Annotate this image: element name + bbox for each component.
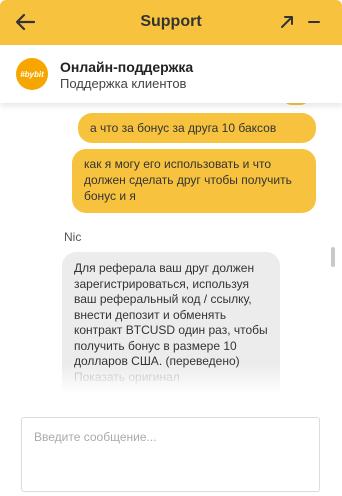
message-bubble-outgoing: а что за бонус за друга 10 баксов: [78, 113, 316, 143]
scrollbar[interactable]: [331, 247, 335, 267]
agent-info-bar: #bybit Онлайн-поддержка Поддержка клиент…: [0, 45, 342, 103]
arrow-left-icon[interactable]: [14, 12, 36, 32]
message-bubble-outgoing: как я могу его использовать и что должен…: [72, 149, 316, 213]
show-original-link[interactable]: Показать оригинал: [74, 370, 180, 384]
chat-header: Support: [0, 0, 342, 45]
message-text: Для реферала ваш друг должен зарегистрир…: [74, 261, 268, 368]
message-list[interactable]: а что за бонус за друга 10 баксов как я …: [0, 103, 342, 398]
message-input[interactable]: [21, 417, 320, 492]
agent-name: Онлайн-поддержка: [60, 59, 194, 75]
minus-icon[interactable]: [306, 14, 322, 30]
agent-subtitle: Поддержка клиентов: [60, 76, 187, 91]
message-sender: Nic: [64, 230, 82, 244]
avatar: #bybit: [16, 58, 48, 90]
arrow-up-right-icon[interactable]: [279, 14, 295, 30]
message-bubble-partial: [282, 103, 310, 105]
message-bubble-incoming: Для реферала ваш друг должен зарегистрир…: [62, 252, 280, 398]
